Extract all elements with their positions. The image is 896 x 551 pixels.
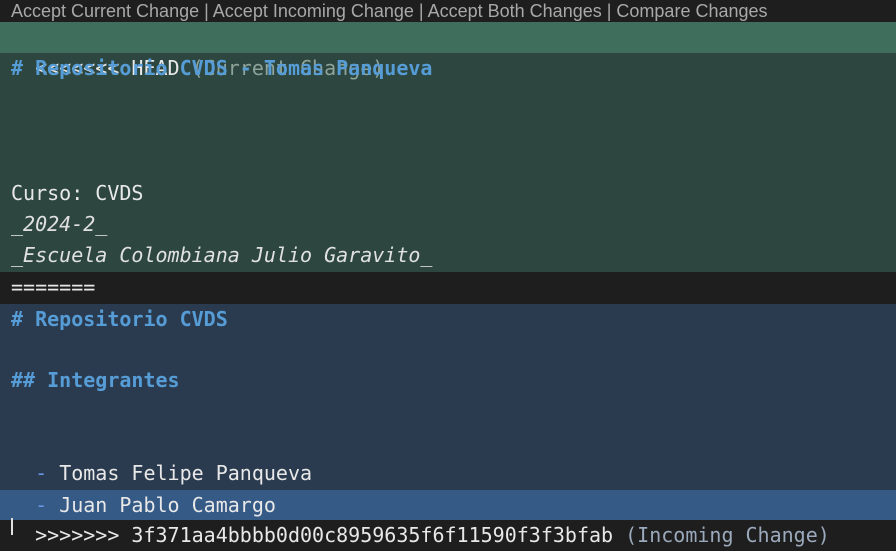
- accept-current-change-action[interactable]: Accept Current Change: [11, 1, 199, 21]
- current-title-line[interactable]: # Repositorio CVDS - Tomas Panqueva: [11, 53, 432, 84]
- incoming-title-line[interactable]: # Repositorio CVDS: [11, 304, 228, 335]
- accept-incoming-change-action[interactable]: Accept Incoming Change: [213, 1, 414, 21]
- text-cursor: [11, 518, 13, 535]
- incoming-change-hint: (Incoming Change): [625, 523, 830, 547]
- codelens-separator: |: [413, 1, 428, 21]
- incoming-member-2-line[interactable]: - Juan Pablo Camargo: [11, 459, 276, 517]
- compare-changes-action[interactable]: Compare Changes: [616, 1, 767, 21]
- current-school-line[interactable]: _Escuela Colombiana Julio Garavito_: [11, 240, 432, 271]
- incoming-marker: >>>>>>> 3f371aa4bbbb0d00c8959635f6f11590…: [35, 523, 614, 547]
- current-course-line[interactable]: Curso: CVDS: [11, 178, 143, 209]
- incoming-marker-line[interactable]: >>>>>>> 3f371aa4bbbb0d00c8959635f6f11590…: [11, 489, 830, 547]
- incoming-member-1-line[interactable]: - Tomas Felipe Panqueva: [11, 427, 312, 485]
- current-period-line[interactable]: _2024-2_: [11, 209, 107, 240]
- accept-both-changes-action[interactable]: Accept Both Changes: [428, 1, 602, 21]
- conflict-divider-region: [0, 272, 896, 304]
- codelens-separator: |: [601, 1, 617, 21]
- conflict-divider-line[interactable]: =======: [11, 272, 95, 303]
- codelens-separator: |: [199, 1, 213, 21]
- incoming-subtitle-line[interactable]: ## Integrantes: [11, 365, 180, 396]
- merge-conflict-codelens: Accept Current Change | Accept Incoming …: [0, 0, 896, 22]
- current-marker-line[interactable]: <<<<<<< HEAD (Current Change): [11, 22, 384, 80]
